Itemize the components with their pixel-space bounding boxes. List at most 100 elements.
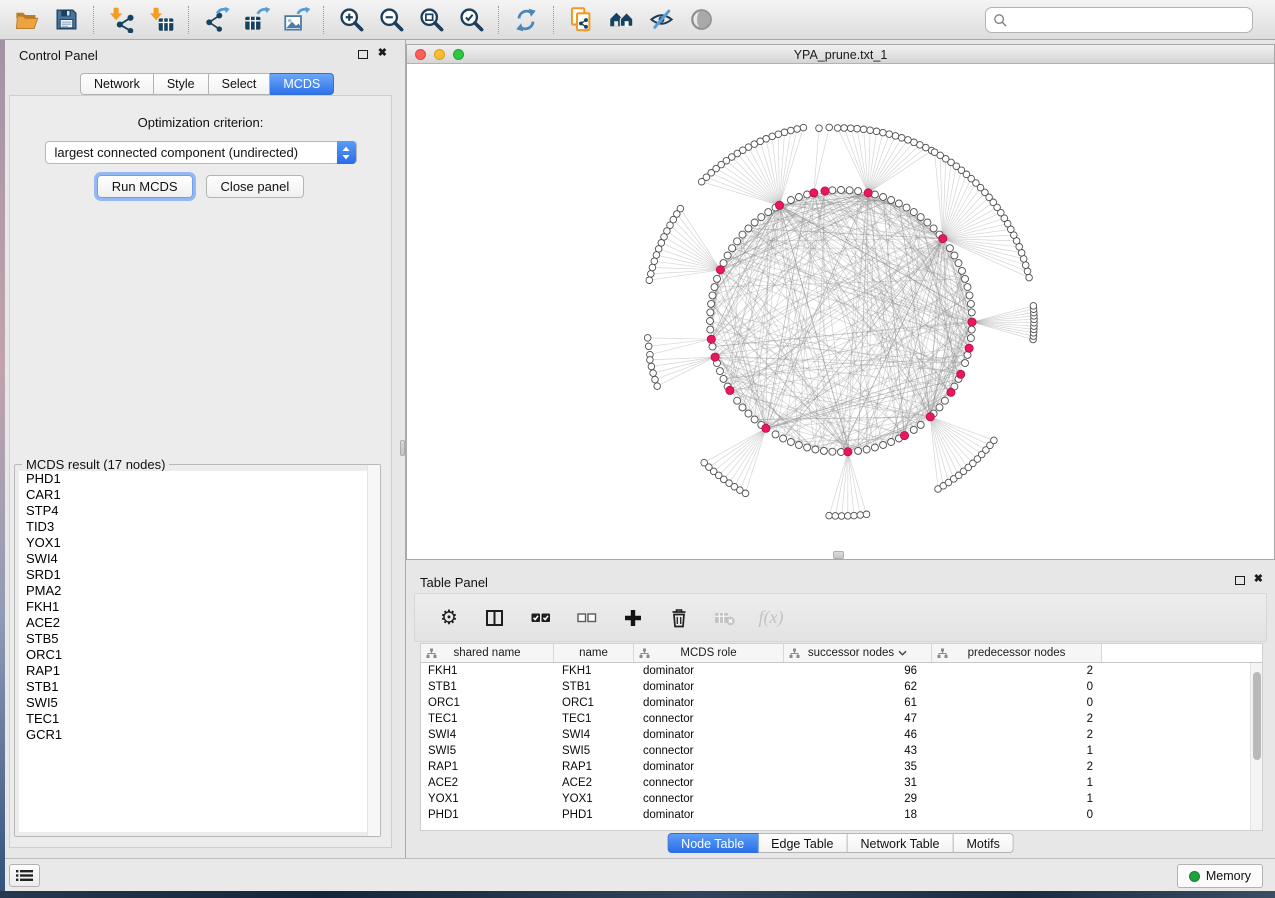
save-session-icon[interactable] bbox=[46, 3, 86, 37]
mcds-result-item[interactable]: ACE2 bbox=[19, 615, 376, 631]
column-label: successor nodes bbox=[808, 647, 894, 659]
search-input[interactable] bbox=[1008, 10, 1252, 30]
table-row[interactable]: STB1STB1dominator620 bbox=[421, 679, 1262, 695]
close-table-panel-icon[interactable]: ✖ bbox=[1254, 572, 1263, 585]
table-settings-icon[interactable]: ⚙ bbox=[437, 605, 461, 631]
toolbar-separator bbox=[323, 6, 324, 34]
table-scrollbar-thumb[interactable] bbox=[1253, 672, 1261, 760]
mcds-result-item[interactable]: ORC1 bbox=[19, 647, 376, 663]
tab-network[interactable]: Network bbox=[80, 73, 154, 95]
mcds-result-item[interactable]: GCR1 bbox=[19, 727, 376, 743]
mcds-result-item[interactable]: STB1 bbox=[19, 679, 376, 695]
network-canvas[interactable] bbox=[407, 64, 1274, 559]
table-cell: SWI4 bbox=[554, 729, 634, 741]
run-mcds-button[interactable]: Run MCDS bbox=[97, 175, 193, 198]
mcds-result-item[interactable]: SWI5 bbox=[19, 695, 376, 711]
table-cell: SWI4 bbox=[421, 729, 554, 741]
mcds-result-item[interactable]: RAP1 bbox=[19, 663, 376, 679]
hide-selected-icon[interactable] bbox=[641, 3, 681, 37]
toolbar-separator bbox=[188, 6, 189, 34]
select-all-icon[interactable] bbox=[529, 605, 553, 631]
show-all-icon[interactable] bbox=[681, 3, 721, 37]
export-table-icon[interactable] bbox=[236, 3, 276, 37]
tab-edge-table[interactable]: Edge Table bbox=[758, 833, 847, 853]
table-row[interactable]: RAP1RAP1dominator352 bbox=[421, 759, 1262, 775]
add-column-icon[interactable] bbox=[621, 605, 645, 631]
table-cell: STB1 bbox=[421, 681, 554, 693]
desktop-wallpaper-bottom bbox=[0, 891, 1275, 898]
search-box bbox=[985, 7, 1253, 33]
criterion-value: largest connected component (undirected) bbox=[55, 145, 299, 160]
task-history-button[interactable] bbox=[9, 864, 40, 887]
tab-style[interactable]: Style bbox=[154, 73, 209, 95]
table-cell: PHD1 bbox=[554, 809, 634, 821]
first-neighbors-icon[interactable] bbox=[601, 3, 641, 37]
table-row[interactable]: SWI4SWI4dominator462 bbox=[421, 727, 1262, 743]
zoom-in-icon[interactable] bbox=[331, 3, 371, 37]
column-label: name bbox=[579, 647, 608, 659]
table-row[interactable]: ORC1ORC1dominator610 bbox=[421, 695, 1262, 711]
table-cell: dominator bbox=[634, 761, 784, 773]
import-network-icon[interactable] bbox=[101, 3, 141, 37]
column-header-predecessor-nodes[interactable]: predecessor nodes bbox=[932, 644, 1102, 662]
import-table-icon[interactable] bbox=[141, 3, 181, 37]
mcds-result-item[interactable]: TEC1 bbox=[19, 711, 376, 727]
horizontal-splitter-grip[interactable] bbox=[833, 551, 844, 559]
mcds-result-item[interactable]: SWI4 bbox=[19, 551, 376, 567]
mcds-result-item[interactable]: PMA2 bbox=[19, 583, 376, 599]
tab-motifs[interactable]: Motifs bbox=[953, 833, 1013, 853]
delete-columns-icon[interactable] bbox=[667, 605, 691, 631]
mcds-result-item[interactable]: STP4 bbox=[19, 503, 376, 519]
mcds-result-item[interactable]: YOX1 bbox=[19, 535, 376, 551]
table-cell: 2 bbox=[932, 761, 1102, 773]
tab-select[interactable]: Select bbox=[209, 73, 271, 95]
table-cell: RAP1 bbox=[421, 761, 554, 773]
tab-node-table[interactable]: Node Table bbox=[667, 833, 758, 853]
mcds-result-item[interactable]: FKH1 bbox=[19, 599, 376, 615]
export-image-icon[interactable] bbox=[276, 3, 316, 37]
table-row[interactable]: YOX1YOX1connector291 bbox=[421, 791, 1262, 807]
column-header-name[interactable]: name bbox=[554, 644, 634, 662]
memory-button[interactable]: Memory bbox=[1177, 864, 1263, 888]
tab-network-table[interactable]: Network Table bbox=[848, 833, 954, 853]
tab-mcds[interactable]: MCDS bbox=[270, 73, 334, 95]
mcds-result-item[interactable]: STB5 bbox=[19, 631, 376, 647]
column-header-mcds-role[interactable]: MCDS role bbox=[634, 644, 784, 662]
column-header-successor-nodes[interactable]: successor nodes bbox=[784, 644, 932, 662]
table-row[interactable]: ACE2ACE2connector311 bbox=[421, 775, 1262, 791]
column-header-shared-name[interactable]: shared name bbox=[421, 644, 554, 662]
mcds-result-item[interactable]: TID3 bbox=[19, 519, 376, 535]
table-cell: dominator bbox=[634, 809, 784, 821]
criterion-dropdown[interactable]: largest connected component (undirected) bbox=[45, 141, 357, 164]
new-network-from-selection-icon[interactable] bbox=[561, 3, 601, 37]
table-cell: 43 bbox=[784, 745, 932, 757]
table-cell: 35 bbox=[784, 761, 932, 773]
vertical-splitter-grip[interactable] bbox=[400, 440, 405, 456]
open-file-icon[interactable] bbox=[6, 3, 46, 37]
table-row[interactable]: FKH1FKH1dominator962 bbox=[421, 663, 1262, 679]
zoom-selected-icon[interactable] bbox=[451, 3, 491, 37]
export-network-icon[interactable] bbox=[196, 3, 236, 37]
table-cell: RAP1 bbox=[554, 761, 634, 773]
close-panel-button[interactable]: Close panel bbox=[206, 175, 305, 198]
mcds-result-item[interactable]: CAR1 bbox=[19, 487, 376, 503]
mcds-result-scrollbar[interactable] bbox=[367, 465, 380, 836]
table-row[interactable]: SWI5SWI5connector431 bbox=[421, 743, 1262, 759]
apply-layout-icon[interactable] bbox=[506, 3, 546, 37]
float-table-panel-icon[interactable] bbox=[1235, 576, 1245, 585]
table-row[interactable]: TEC1TEC1connector472 bbox=[421, 711, 1262, 727]
close-panel-icon[interactable]: ✖ bbox=[378, 46, 387, 59]
toolbar-separator bbox=[93, 6, 94, 34]
zoom-out-icon[interactable] bbox=[371, 3, 411, 37]
zoom-fit-icon[interactable] bbox=[411, 3, 451, 37]
deselect-all-icon[interactable] bbox=[575, 605, 599, 631]
toggle-columns-icon[interactable] bbox=[483, 605, 507, 631]
table-cell: 46 bbox=[784, 729, 932, 741]
mcds-result-item[interactable]: PHD1 bbox=[19, 471, 376, 487]
table-row[interactable]: PHD1PHD1dominator180 bbox=[421, 807, 1262, 823]
float-window-icon[interactable] bbox=[358, 50, 368, 59]
table-tabs: Node TableEdge TableNetwork TableMotifs bbox=[667, 833, 1014, 853]
status-bar: Memory bbox=[0, 858, 1275, 891]
mcds-result-item[interactable]: SRD1 bbox=[19, 567, 376, 583]
table-scrollbar[interactable] bbox=[1250, 663, 1262, 830]
